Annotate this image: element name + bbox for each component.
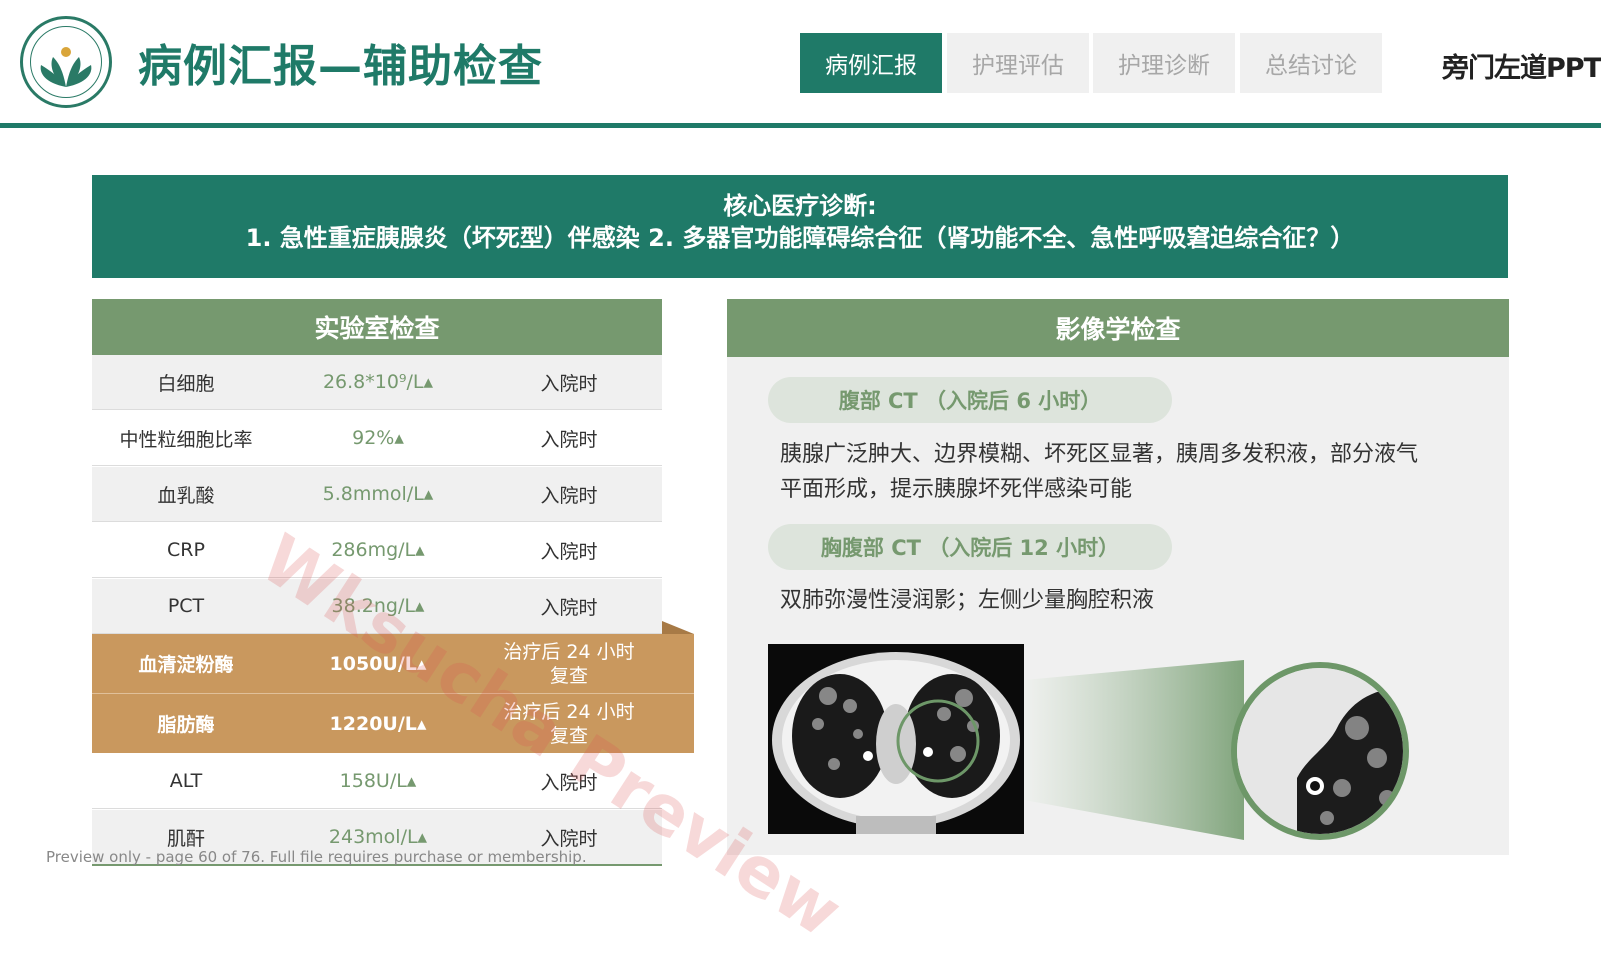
lab-row: 中性粒细胞比率 92%▴ 入院时 (92, 411, 662, 466)
tab-summary-discussion[interactable]: 总结讨论 (1240, 33, 1382, 93)
lab-item-name: 血清淀粉酶 (138, 654, 234, 676)
lab-row: 白细胞 26.8*10⁹/L▴ 入院时 (92, 355, 662, 410)
lab-item-name: PCT (167, 595, 205, 617)
lab-item-value: 92%▴ (352, 427, 404, 449)
tab-nursing-diagnosis[interactable]: 护理诊断 (1093, 33, 1235, 93)
highlight-fold-shadow (662, 621, 694, 634)
lab-row: 血乳酸 5.8mmol/L▴ 入院时 (92, 467, 662, 522)
lab-item-time: 入院时 (540, 827, 598, 850)
lab-row-highlighted: 血清淀粉酶 1050U/L▴ 治疗后 24 小时 复查 (92, 634, 694, 694)
abdominal-ct-findings: 胰腺广泛肿大、边界模糊、坏死区显著，胰周多发积液，部分液气 平面形成，提示胰腺坏… (780, 442, 1419, 502)
lab-item-name: CRP (167, 539, 205, 561)
lab-item-name: 脂肪酶 (157, 714, 215, 736)
lab-item-name: 肌酐 (166, 827, 205, 850)
lab-item-value: 243mol/L▴ (328, 826, 428, 848)
lab-section-title: 实验室检查 (92, 299, 662, 355)
lab-row: PCT 38.2ng/L▴ 入院时 (92, 579, 662, 634)
lab-item-value: 1050U/L▴ (329, 652, 427, 675)
lab-item-value: 26.8*10⁹/L▴ (322, 371, 434, 393)
lab-row-highlighted: 脂肪酶 1220U/L▴ 治疗后 24 小时 复查 (92, 694, 694, 753)
lab-item-time: 入院时 (540, 428, 598, 451)
lab-row: CRP 286mg/L▴ 入院时 (92, 523, 662, 578)
lab-item-value: 5.8mmol/L▴ (322, 483, 434, 505)
lab-item-time: 治疗后 24 小时 复查 (503, 700, 635, 747)
lab-item-name: 血乳酸 (157, 484, 215, 507)
hospital-logo (20, 16, 112, 108)
page-title: 病例汇报—辅助检查 (138, 41, 543, 92)
chest-ct-image (768, 644, 1024, 834)
lab-item-value: 286mg/L▴ (331, 539, 425, 561)
lab-item-time: 入院时 (540, 540, 598, 563)
header-divider (0, 123, 1601, 128)
tab-nursing-assessment[interactable]: 护理评估 (947, 33, 1089, 93)
lab-item-value: 1220U/L▴ (329, 712, 427, 735)
ct-zoom-detail (1231, 662, 1409, 840)
lab-item-name: 白细胞 (157, 372, 215, 395)
chest-ct-findings: 双肺弥漫性浸润影；左侧少量胸腔积液 (780, 588, 1155, 613)
lab-item-time: 入院时 (540, 771, 598, 794)
tab-case-report[interactable]: 病例汇报 (800, 33, 942, 93)
banner-heading: 核心医疗诊断: (723, 192, 877, 220)
imaging-section-title: 影像学检查 (727, 299, 1509, 357)
lab-item-time: 入院时 (540, 596, 598, 619)
lab-item-value: 158U/L▴ (339, 770, 417, 792)
brand-logo-text: 旁门左道PPT (1442, 53, 1601, 84)
lab-item-name: 中性粒细胞比率 (119, 428, 253, 451)
lab-item-time: 入院时 (540, 484, 598, 507)
lab-item-name: ALT (169, 770, 203, 792)
abdominal-ct-label: 腹部 CT （入院后 6 小时） (768, 377, 1172, 423)
lotus-icon (40, 47, 92, 87)
lab-row: ALT 158U/L▴ 入院时 (92, 754, 662, 809)
lab-item-time: 治疗后 24 小时 复查 (503, 640, 635, 687)
lab-item-value: 38.2ng/L▴ (331, 595, 425, 617)
preview-notice: Preview only - page 60 of 76. Full file … (46, 848, 587, 866)
banner-diagnosis: 1. 急性重症胰腺炎（坏死型）伴感染 2. 多器官功能障碍综合征（肾功能不全、急… (245, 224, 1355, 252)
chest-ct-label: 胸腹部 CT （入院后 12 小时） (768, 524, 1172, 570)
core-diagnosis-banner: 核心医疗诊断: 1. 急性重症胰腺炎（坏死型）伴感染 2. 多器官功能障碍综合征… (92, 175, 1508, 278)
lab-item-time: 入院时 (540, 372, 598, 395)
